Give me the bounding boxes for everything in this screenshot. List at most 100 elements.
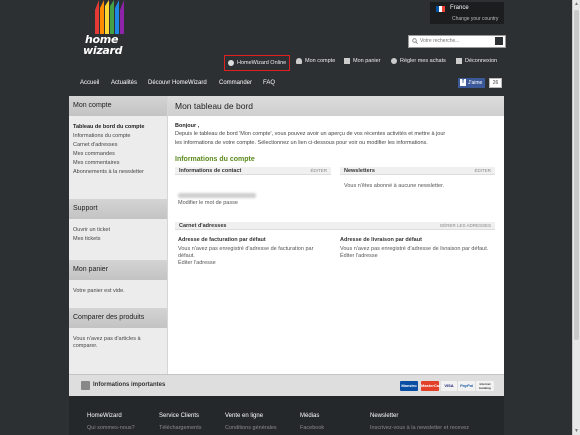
cart-icon: [344, 58, 350, 64]
newsletters-title: Newsletters: [344, 168, 375, 174]
address-book-title: Carnet d'adresses: [179, 223, 227, 229]
important-info-bar: Informations importantes Maestro MasterC…: [69, 374, 504, 397]
homewizard-logo[interactable]: home wizard: [83, 0, 139, 60]
nav-faq[interactable]: FAQ: [263, 80, 275, 86]
search-submit-button[interactable]: [495, 37, 503, 45]
sidebar-support-title: Support: [69, 199, 167, 219]
billing-address-edit-link[interactable]: Éditer l'adresse: [178, 260, 216, 267]
logout-link[interactable]: Déconnexion: [456, 58, 497, 69]
sidebar-item-account-info[interactable]: Informations du compte: [73, 132, 163, 141]
logo-stripes-icon: [95, 0, 124, 34]
sidebar-item-newsletter[interactable]: Abonnements à la newsletter: [73, 168, 163, 177]
contact-name-blurred: [178, 193, 256, 198]
nav-order[interactable]: Commander: [219, 80, 252, 86]
my-cart-link[interactable]: Mon panier: [344, 58, 381, 69]
sidebar-item-address-book[interactable]: Carnet d'adresses: [73, 141, 163, 150]
sidebar-compare-body: Vous n'avez pas d'articles à comparer.: [69, 336, 167, 350]
footer-col-newsletter: Newsletter: [370, 413, 399, 419]
change-country-link[interactable]: Change your country: [452, 16, 498, 22]
sidebar-item-open-ticket[interactable]: Ouvrir un ticket: [73, 226, 163, 235]
billing-address-title: Adresse de facturation par défaut: [178, 237, 266, 243]
dashboard-main: Mon tableau de bord Bonjour , Depuis le …: [168, 96, 504, 374]
billing-address-text-line1: Vous n'avez pas enregistré d'adresse de …: [178, 246, 314, 252]
homewizard-online-link[interactable]: HomeWizard Online: [224, 55, 291, 71]
main-navigation: Accueil Actualités Découvr HomeWizard Co…: [69, 77, 504, 92]
shipping-address-edit-link[interactable]: Éditer l'adresse: [340, 253, 378, 260]
important-info-label[interactable]: Informations importantes: [93, 382, 165, 388]
sidebar-account-title: Mon compte: [69, 96, 167, 116]
shipping-address-text: Vous n'avez pas enregistré d'adresse de …: [340, 246, 489, 252]
top-links: HomeWizard Online Mon compte Mon panier …: [224, 55, 504, 71]
account-info-heading: Informations du compte: [175, 156, 255, 163]
visa-icon: VISA: [441, 381, 457, 391]
mastercard-icon: MasterCard: [421, 381, 443, 391]
maestro-icon: Maestro: [400, 381, 418, 391]
billing-address-text-line2: défaut.: [178, 253, 195, 259]
sidebar-item-dashboard[interactable]: Tableau de bord du compte: [73, 123, 163, 132]
compare-empty-text-line1: Vous n'avez pas d'articles à: [73, 336, 141, 342]
nav-news[interactable]: Actualités: [111, 80, 137, 86]
checkout-link[interactable]: Régler mes achats: [391, 58, 446, 69]
contact-info-title: Informations de contact: [179, 168, 242, 174]
contact-edit-link[interactable]: ÉDITER: [310, 167, 327, 175]
nav-discover[interactable]: Découvr HomeWizard: [148, 80, 207, 86]
intro-line-2: les informations de votre compte. Sélect…: [175, 140, 428, 146]
address-book-header: Carnet d'adresses GÉRER LES ADRESSES: [175, 222, 495, 230]
compare-empty-text-line2: comparer.: [73, 343, 98, 349]
scroll-up-icon[interactable]: ▲: [574, 1, 579, 7]
footer-newsletter-text: Inscrivez-vous à la newsletter et receve…: [370, 425, 470, 431]
search-box: [408, 35, 506, 48]
sidebar-cart-title: Mon panier: [69, 260, 167, 280]
content-area: Mon compte Tableau de bord du compte Inf…: [69, 96, 504, 374]
change-password-link[interactable]: Modifier le mot de passe: [178, 200, 238, 207]
manage-addresses-link[interactable]: GÉRER LES ADRESSES: [440, 222, 491, 230]
shipping-address-title: Adresse de livraison par défaut: [340, 237, 422, 243]
footer-col-service: Service Clients: [159, 413, 200, 419]
nav-home[interactable]: Accueil: [80, 80, 99, 86]
scroll-down-icon[interactable]: ▼: [574, 428, 579, 434]
sidebar-support-links: Ouvrir un ticket Mes tickets: [69, 226, 167, 244]
paypal-icon: PayPal: [458, 381, 475, 391]
logo-text-wizard: wizard: [83, 44, 123, 57]
newsletters-edit-link[interactable]: ÉDITER: [474, 167, 491, 175]
footer-col-homewizard: HomeWizard: [87, 413, 122, 419]
user-icon: [296, 58, 302, 64]
footer-col-media: Médias: [300, 413, 320, 419]
facebook-like-count: 26: [489, 78, 502, 88]
country-selector[interactable]: France Change your country: [430, 2, 504, 24]
internet-banking-icon: internet banking: [476, 381, 494, 391]
sidebar-compare-title: Comparer des produits: [69, 308, 167, 328]
newsletters-text: Vous n'êtes abonné à aucune newsletter.: [344, 183, 445, 189]
sidebar-item-my-tickets[interactable]: Mes tickets: [73, 235, 163, 244]
globe-icon: [228, 60, 234, 66]
cart-empty-text: Votre panier est vide.: [73, 288, 125, 294]
footer-about-link[interactable]: Qui sommes-nous?: [87, 425, 135, 431]
lock-icon: [456, 58, 462, 64]
footer-terms-link[interactable]: Conditions générales: [225, 425, 277, 431]
sidebar-item-orders[interactable]: Mes commandes: [73, 150, 163, 159]
search-input[interactable]: [420, 37, 490, 45]
intro-line-1: Depuis le tableau de bord 'Mon compte', …: [175, 131, 446, 137]
country-name: France: [450, 5, 469, 11]
sidebar-item-reviews[interactable]: Mes commentaires: [73, 159, 163, 168]
newsletters-header: Newsletters ÉDITER: [340, 167, 495, 175]
info-icon: [81, 381, 90, 390]
footer-facebook-link[interactable]: Facebook: [300, 425, 324, 431]
sidebar-account-links: Tableau de bord du compte Informations d…: [69, 123, 167, 177]
facebook-like-button[interactable]: f J'aime: [458, 78, 486, 88]
sidebar-cart-body: Votre panier est vide.: [69, 288, 167, 295]
footer-downloads-link[interactable]: Téléchargements: [159, 425, 202, 431]
france-flag-icon: [436, 6, 445, 12]
checkout-icon: [391, 58, 397, 64]
greeting: Bonjour ,: [175, 123, 200, 129]
page-scrollbar[interactable]: ▲ ▼: [572, 0, 580, 435]
facebook-like-label: J'aime: [468, 80, 483, 86]
page-title: Mon tableau de bord: [168, 96, 504, 116]
contact-info-header: Informations de contact ÉDITER: [175, 167, 331, 175]
sidebar: Mon compte Tableau de bord du compte Inf…: [69, 96, 168, 374]
footer-col-shop: Vente en ligne: [225, 413, 264, 419]
my-account-link[interactable]: Mon compte: [296, 58, 335, 69]
footer: HomeWizard Qui sommes-nous? Service Clie…: [69, 396, 504, 435]
scroll-thumb[interactable]: [574, 10, 579, 340]
facebook-icon: f: [460, 79, 466, 87]
